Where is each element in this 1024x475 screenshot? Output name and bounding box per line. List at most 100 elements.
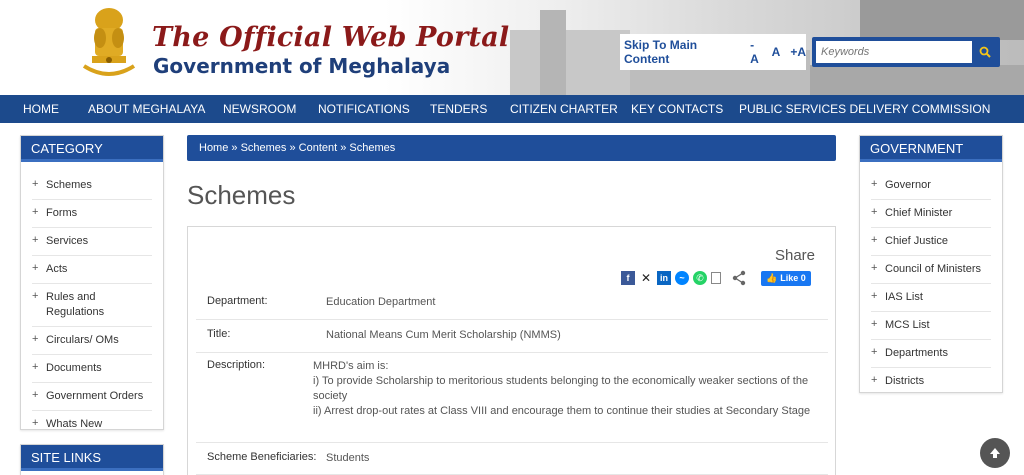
gov-item-label: Chief Justice [885,235,948,247]
people-image [860,0,1024,40]
plus-icon: + [871,346,878,358]
category-item-label: Acts [46,263,68,275]
detail-row-beneficiaries: Scheme Beneficiaries: Students [196,451,828,475]
category-item-label: Government Orders [46,390,144,402]
plus-icon: + [32,234,39,246]
nav-psdc[interactable]: PUBLIC SERVICES DELIVERY COMMISSION [739,102,990,116]
nav-home[interactable]: HOME [23,102,59,116]
category-item-services[interactable]: + Services [32,228,152,256]
site-links-heading: SITE LINKS [21,445,163,471]
messenger-share-icon[interactable]: ~ [675,271,689,285]
plus-icon: + [32,262,39,274]
description-line: MHRD's aim is: [313,360,389,372]
plus-icon: + [32,417,39,429]
site-links-panel: SITE LINKS [20,444,164,475]
category-item-documents[interactable]: + Documents [32,355,152,383]
description-value: MHRD's aim is: i) To provide Scholarship… [313,359,813,419]
category-item-circulars[interactable]: + Circulars/ OMs [32,327,152,355]
font-decrease-button[interactable]: -A [750,38,761,66]
nav-citizen-charter[interactable]: CITIZEN CHARTER [510,102,618,116]
gov-item-council-of-ministers[interactable]: + Council of Ministers [871,256,991,284]
gov-item-label: Governor [885,179,931,191]
category-item-whats-new[interactable]: + Whats New [32,411,152,438]
plus-icon: + [871,290,878,302]
portal-subtitle: Government of Meghalaya [153,54,451,78]
beneficiaries-label: Scheme Beneficiaries: [207,451,317,463]
description-label: Description: [207,359,266,371]
plus-icon: + [871,374,878,386]
plus-icon: + [871,206,878,218]
gov-item-departments[interactable]: + Departments [871,340,991,368]
category-list: + Schemes + Forms + Services + Acts + Rules a… [21,162,163,438]
x-share-icon[interactable]: ✕ [639,271,653,285]
nav-notifications[interactable]: NOTIFICATIONS [318,102,410,116]
category-item-government-orders[interactable]: + Government Orders [32,383,152,411]
title-value: National Means Cum Merit Scholarship (NM… [326,329,561,341]
font-normal-button[interactable]: A [772,45,781,59]
whatsapp-share-icon[interactable]: ✆ [693,271,707,285]
building-image [510,30,630,95]
government-panel: GOVERNMENT + Governor + Chief Minister + Ch… [859,135,1003,393]
category-item-schemes[interactable]: + Schemes [32,172,152,200]
plus-icon: + [32,290,39,302]
detail-row-title: Title: National Means Cum Merit Scholars… [196,328,828,353]
gov-item-chief-justice[interactable]: + Chief Justice [871,228,991,256]
site-header: The Official Web Portal Government of Me… [0,0,1024,95]
breadcrumb[interactable]: Home » Schemes » Content » Schemes [187,135,836,161]
nav-about-meghalaya[interactable]: ABOUT MEGHALAYA [88,102,205,116]
skip-to-content-link[interactable]: Skip To Main Content [624,38,734,66]
page-title: Schemes [187,180,296,210]
government-list: + Governor + Chief Minister + Chief Justice… [860,162,1002,395]
facebook-like-button[interactable]: 👍 Like 0 [761,270,811,286]
facebook-share-icon[interactable]: f [621,271,635,285]
category-item-label: Whats New [46,418,103,430]
scroll-to-top-button[interactable] [980,438,1010,468]
gov-item-label: Council of Ministers [885,263,981,275]
like-label: Like 0 [780,273,806,283]
department-value: Education Department [326,296,436,308]
category-item-label: Services [46,235,89,247]
gov-item-governor[interactable]: + Governor [871,172,991,200]
gov-item-label: Districts [885,375,925,387]
category-item-rules[interactable]: + Rules and Regulations [32,284,152,327]
search-icon [979,46,991,58]
department-label: Department: [207,295,268,307]
plus-icon: + [871,178,878,190]
category-item-label: Rules and Regulations [46,291,105,318]
title-label: Title: [207,328,231,340]
description-line: i) To provide Scholarship to meritorious… [313,375,809,402]
font-increase-button[interactable]: +A [790,45,806,59]
gov-item-chief-minister[interactable]: + Chief Minister [871,200,991,228]
arrow-up-icon [990,448,1000,458]
plus-icon: + [32,333,39,345]
tower-image [540,10,566,95]
category-item-forms[interactable]: + Forms [32,200,152,228]
government-heading: GOVERNMENT [860,136,1002,162]
plus-icon: + [871,318,878,330]
gov-item-label: MCS List [885,319,930,331]
beneficiaries-value: Students [326,452,370,464]
share-label: Share [774,247,815,264]
gov-item-mcs-list[interactable]: + MCS List [871,312,991,340]
plus-icon: + [32,361,39,373]
category-item-acts[interactable]: + Acts [32,256,152,284]
description-line: ii) Arrest drop-out rates at Class VIII … [313,405,811,417]
gov-item-label: Departments [885,347,948,359]
nav-key-contacts[interactable]: KEY CONTACTS [631,102,723,116]
search-button[interactable] [974,41,996,63]
gov-item-districts[interactable]: + Districts [871,368,991,395]
plus-icon: + [32,206,39,218]
gov-item-ias-list[interactable]: + IAS List [871,284,991,312]
nav-newsroom[interactable]: NEWSROOM [223,102,296,116]
share-icon[interactable] [731,270,747,286]
category-heading: CATEGORY [21,136,163,162]
copy-link-icon[interactable] [711,272,721,284]
nav-tenders[interactable]: TENDERS [430,102,487,116]
main-navigation: HOME ABOUT MEGHALAYA NEWSROOM NOTIFICATI… [0,95,1024,123]
plus-icon: + [32,389,39,401]
plus-icon: + [32,178,39,190]
gov-item-label: IAS List [885,291,923,303]
linkedin-share-icon[interactable]: in [657,271,671,285]
search-box [812,37,1000,67]
search-input[interactable] [816,41,972,63]
